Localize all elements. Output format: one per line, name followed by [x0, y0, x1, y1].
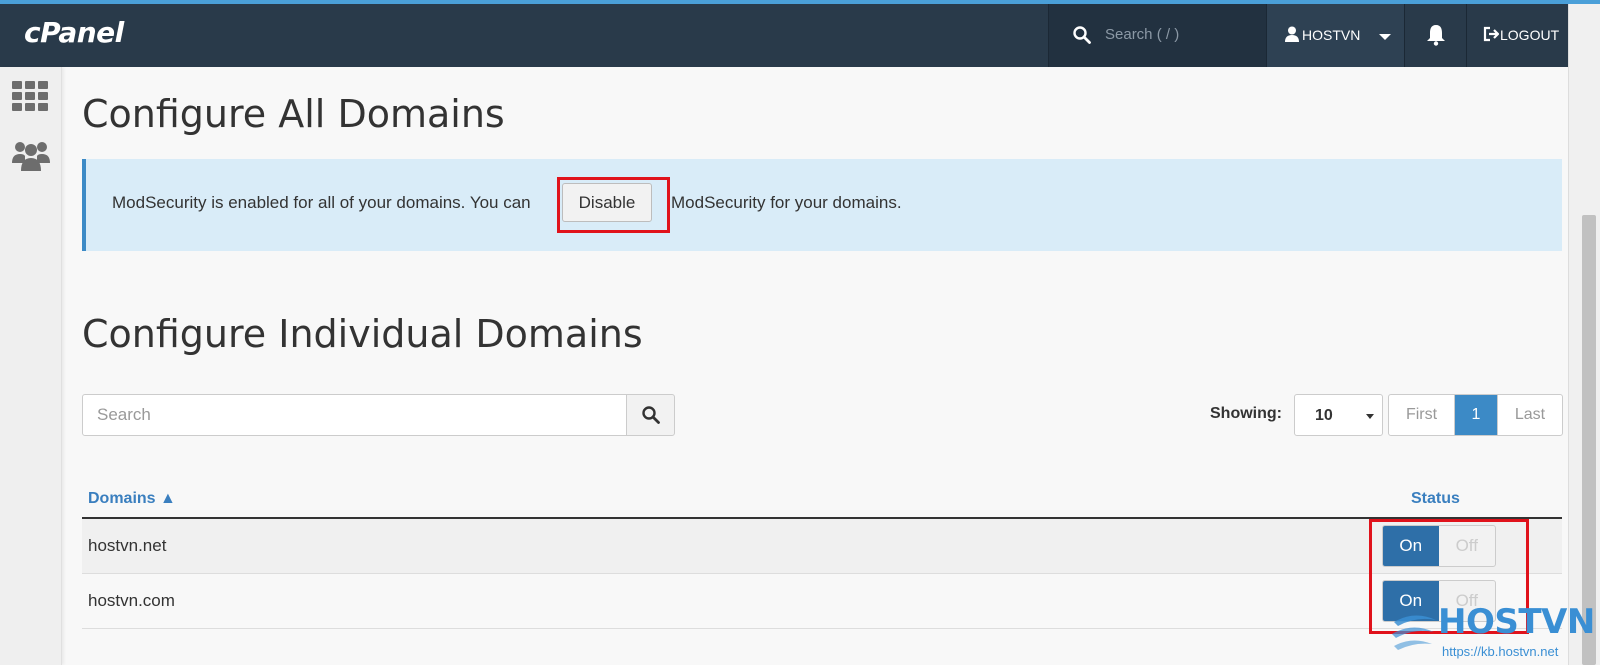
bell-icon — [1427, 25, 1445, 46]
watermark-url: https://kb.hostvn.net — [1442, 644, 1559, 659]
domain-name: hostvn.net — [88, 536, 167, 555]
watermark-brand: HOSTVN — [1438, 602, 1595, 642]
dropdown-arrow-icon — [1366, 414, 1374, 419]
modsecurity-alert: ModSecurity is enabled for all of your d… — [82, 159, 1562, 251]
table-row: hostvn.net On Off — [82, 519, 1562, 574]
top-navbar: cPanel Search ( / ) HOSTVN LOGOUT — [0, 4, 1568, 67]
user-icon — [1285, 26, 1299, 42]
per-page-value: 10 — [1315, 407, 1333, 424]
pagination-first[interactable]: First — [1389, 395, 1455, 435]
search-icon — [642, 406, 660, 424]
showing-label: Showing: — [1210, 405, 1282, 422]
page-title-all-domains: Configure All Domains — [82, 92, 505, 136]
user-menu[interactable]: HOSTVN — [1266, 4, 1404, 67]
search-icon — [1073, 26, 1091, 44]
table-row: hostvn.com On Off — [82, 574, 1562, 629]
alert-text-after: ModSecurity for your domains. — [671, 193, 902, 212]
domain-name: hostvn.com — [88, 591, 175, 610]
logout-label: LOGOUT — [1500, 27, 1560, 43]
logout-button[interactable]: LOGOUT — [1466, 4, 1568, 67]
search-button[interactable] — [626, 394, 675, 436]
pagination: First 1 Last — [1388, 394, 1563, 436]
pagination-last[interactable]: Last — [1497, 395, 1562, 435]
scrollbar-thumb[interactable] — [1582, 215, 1596, 665]
hostvn-watermark: HOSTVN https://kb.hostvn.net — [1390, 598, 1595, 665]
domain-search-input[interactable] — [82, 394, 627, 436]
per-page-select[interactable]: 10 — [1294, 394, 1383, 436]
highlight-box-disable — [557, 177, 670, 233]
sidebar — [0, 67, 62, 665]
chevron-down-icon — [1379, 34, 1391, 40]
global-search[interactable]: Search ( / ) — [1048, 4, 1266, 67]
column-header-domains[interactable]: Domains ▲ — [88, 490, 176, 508]
alert-text-before: ModSecurity is enabled for all of your d… — [112, 193, 531, 212]
pagination-page-current[interactable]: 1 — [1455, 395, 1497, 435]
column-header-status: Status — [1411, 490, 1460, 507]
notifications-button[interactable] — [1404, 4, 1466, 67]
cpanel-logo[interactable]: cPanel — [24, 16, 124, 49]
page-title-individual-domains: Configure Individual Domains — [82, 312, 643, 356]
hostvn-logo-icon — [1392, 615, 1436, 650]
logout-icon — [1483, 26, 1499, 42]
global-search-placeholder: Search ( / ) — [1105, 26, 1180, 43]
users-icon[interactable] — [12, 139, 50, 171]
apps-grid-icon[interactable] — [12, 81, 48, 111]
username: HOSTVN — [1302, 27, 1361, 43]
